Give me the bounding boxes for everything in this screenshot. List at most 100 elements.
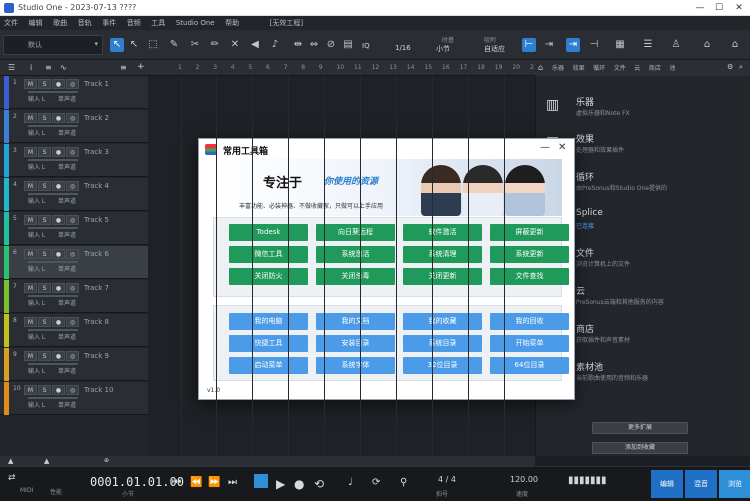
mute-button[interactable]: M [24, 113, 37, 123]
track-input[interactable]: 输入 L [28, 366, 45, 375]
volume-fader[interactable] [28, 91, 78, 93]
track-name[interactable]: Track 6 [84, 250, 109, 258]
forward-icon[interactable]: ⏩ [208, 477, 220, 488]
time-display[interactable]: 0001.01.01.00 [90, 475, 184, 489]
track-input[interactable]: 输入 L [28, 196, 45, 205]
record-arm-button[interactable]: ● [52, 113, 65, 123]
track-input[interactable]: 输入 L [28, 128, 45, 137]
tab-files[interactable]: 文件 [611, 60, 629, 75]
track-name[interactable]: Track 1 [84, 80, 109, 88]
volume-fader[interactable] [28, 125, 78, 127]
track-name[interactable]: Track 5 [84, 216, 109, 224]
arrow-tool-icon[interactable]: ↖ [110, 38, 124, 52]
eraser-tool-icon[interactable]: ✂ [188, 38, 202, 52]
track-channel-mode[interactable]: 单声道 [58, 94, 76, 103]
tool-button[interactable]: 关闭更新 [403, 268, 482, 285]
record-arm-button[interactable]: ● [52, 317, 65, 327]
tab-mix[interactable]: 混音 [685, 470, 717, 498]
mute-button[interactable]: M [24, 147, 37, 157]
track-name[interactable]: Track 4 [84, 182, 109, 190]
monitor-button[interactable]: ◎ [66, 215, 79, 225]
snap-events-icon[interactable]: ⇥ [542, 38, 556, 52]
tool-button[interactable]: 软件激活 [403, 224, 482, 241]
return-zero-icon[interactable]: ⏮ [172, 477, 181, 488]
monitor-button[interactable]: ◎ [66, 113, 79, 123]
track-channel-mode[interactable]: 单声道 [58, 230, 76, 239]
track-name[interactable]: Track 8 [84, 318, 109, 326]
metronome-icon[interactable]: ♩ [348, 477, 353, 488]
track-list-icon[interactable]: ≡ [45, 63, 52, 72]
range-tool-icon[interactable]: ⬚ [146, 38, 160, 52]
track-row[interactable]: 4 M S ● ◎ Track 4 输入 L 单声道 [0, 178, 148, 211]
tool-button[interactable]: 快捷工具 [229, 335, 308, 352]
record-arm-button[interactable]: ● [52, 351, 65, 361]
more-extensions-button[interactable]: 更多扩展 [592, 422, 688, 434]
browser-item[interactable]: ▥ 乐器 虚拟乐器和Note FX [540, 95, 745, 125]
tool-button[interactable]: 系统激活 [316, 246, 395, 263]
tab-loops[interactable]: 循环 [590, 60, 608, 75]
track-name[interactable]: Track 2 [84, 114, 109, 122]
tool-button[interactable]: 系统字体 [316, 357, 395, 374]
timeline-ruler[interactable]: 12345678910111213141516171819202122 [148, 60, 555, 76]
close-button[interactable]: ✕ [733, 2, 745, 14]
track-channel-mode[interactable]: 单声道 [58, 332, 76, 341]
solo-button[interactable]: S [38, 351, 51, 361]
track-row[interactable]: 2 M S ● ◎ Track 2 输入 L 单声道 [0, 110, 148, 143]
volume-fader[interactable] [28, 363, 78, 365]
tool-button[interactable]: 32位目录 [403, 357, 482, 374]
precount-icon[interactable]: ⟳ [372, 477, 380, 488]
mute-button[interactable]: M [24, 317, 37, 327]
volume-fader[interactable] [28, 397, 78, 399]
mute-tool-icon[interactable]: ✕ [228, 38, 242, 52]
tool-button[interactable]: 关闭防火 [229, 268, 308, 285]
record-icon[interactable]: ● [294, 477, 304, 491]
mute-button[interactable]: M [24, 181, 37, 191]
volume-fader[interactable] [28, 193, 78, 195]
monitor-button[interactable]: ◎ [66, 317, 79, 327]
monitor-button[interactable]: ◎ [66, 351, 79, 361]
solo-button[interactable]: S [38, 249, 51, 259]
scroll-icon[interactable]: ▲ [8, 457, 13, 465]
track-row[interactable]: 5 M S ● ◎ Track 5 输入 L 单声道 [0, 212, 148, 245]
inspector-icon[interactable]: ☰ [641, 38, 655, 52]
autoscroll-icon[interactable]: ⇥ [566, 38, 580, 52]
record-arm-button[interactable]: ● [52, 79, 65, 89]
tool-button[interactable]: 启动菜单 [229, 357, 308, 374]
track-channel-mode[interactable]: 单声道 [58, 162, 76, 171]
track-input[interactable]: 输入 L [28, 298, 45, 307]
menu-tools[interactable]: 工具 [147, 16, 169, 28]
listen-tool-icon[interactable]: ♪ [268, 38, 282, 52]
dialog-close-button[interactable]: ✕ [558, 142, 566, 153]
menu-audio[interactable]: 音频 [123, 16, 145, 28]
track-row[interactable]: 6 M S ● ◎ Track 6 输入 L 单声道 [0, 246, 148, 279]
mixer-view-icon[interactable]: ▦ [613, 38, 627, 52]
menu-file[interactable]: 文件 [0, 16, 22, 28]
track-row[interactable]: 1 M S ● ◎ Track 1 输入 L 单声道 [0, 76, 148, 109]
split-tool-icon[interactable]: ✎ [167, 38, 181, 52]
zoom-icon[interactable]: ⊘ [324, 38, 338, 52]
mute-button[interactable]: M [24, 351, 37, 361]
snap-value[interactable]: 自适应 [484, 44, 505, 54]
volume-fader[interactable] [28, 261, 78, 263]
menu-help[interactable]: 帮助 [221, 16, 243, 28]
list-view-icon[interactable]: ≡ [120, 63, 127, 72]
solo-button[interactable]: S [38, 147, 51, 157]
tab-pool[interactable]: 池 [666, 60, 678, 75]
monitor-button[interactable]: ◎ [66, 249, 79, 259]
tool-button[interactable]: 向日葵远程 [316, 224, 395, 241]
maximize-button[interactable]: ☐ [713, 2, 725, 14]
track-row[interactable]: 3 M S ● ◎ Track 3 输入 L 单声道 [0, 144, 148, 177]
track-input[interactable]: 输入 L [28, 94, 45, 103]
automation-icon[interactable]: ∿ [60, 63, 67, 72]
solo-button[interactable]: S [38, 317, 51, 327]
add-favorites-button[interactable]: 添加到收藏 [592, 442, 688, 454]
monitor-button[interactable]: ◎ [66, 147, 79, 157]
track-channel-mode[interactable]: 单声道 [58, 400, 76, 409]
tool-button[interactable]: 文件查找 [490, 268, 569, 285]
cursor-follow-icon[interactable]: ⊣ [587, 38, 601, 52]
tool-button[interactable]: 我的回收 [490, 313, 569, 330]
tool-button[interactable]: 关闭杀毒 [316, 268, 395, 285]
track-row[interactable]: 7 M S ● ◎ Track 7 输入 L 单声道 [0, 280, 148, 313]
menu-song[interactable]: 歌曲 [49, 16, 71, 28]
volume-fader[interactable] [28, 295, 78, 297]
